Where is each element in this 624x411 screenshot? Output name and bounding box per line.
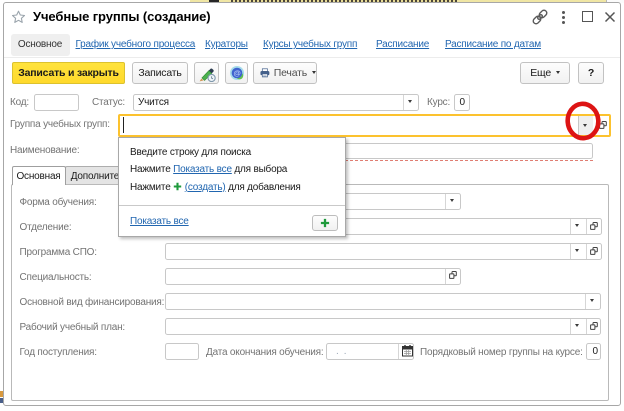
svg-text:@: @	[233, 69, 240, 78]
